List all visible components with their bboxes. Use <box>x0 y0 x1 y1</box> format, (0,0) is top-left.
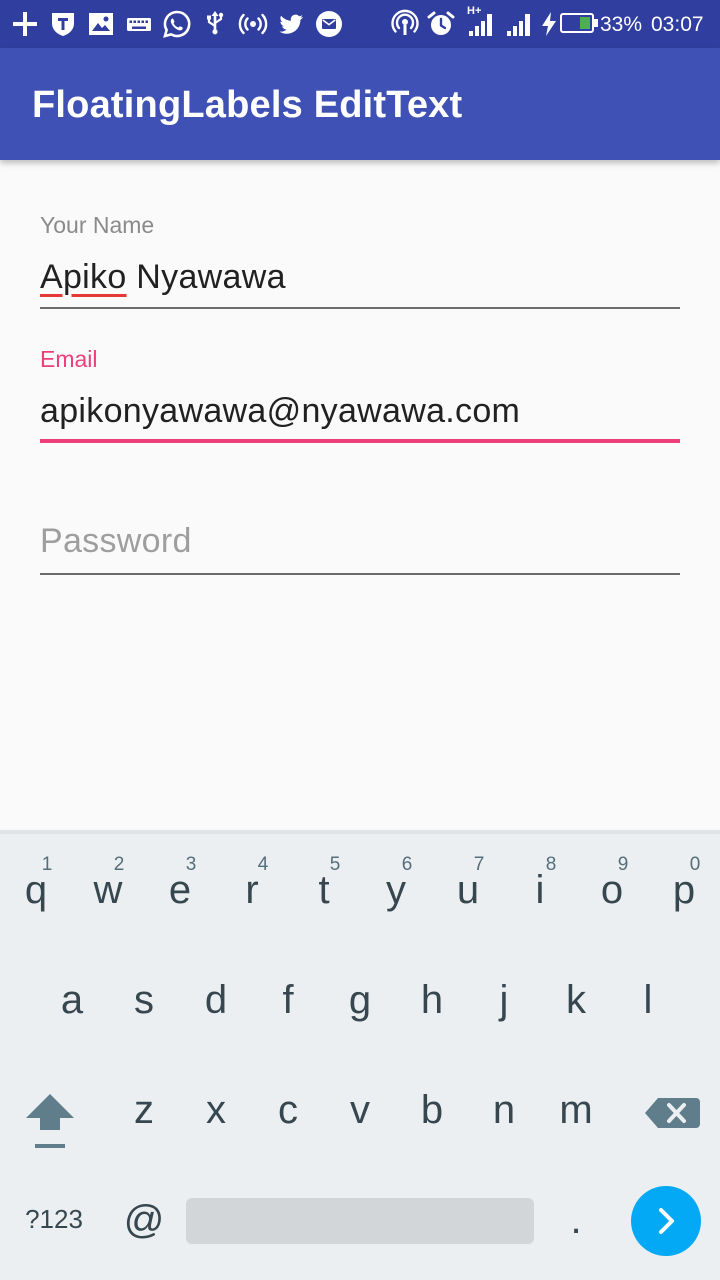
key-hint: 0 <box>689 854 701 875</box>
key-hint: 2 <box>113 854 125 875</box>
period-key[interactable]: . <box>546 1198 606 1243</box>
key-hint: 3 <box>185 854 197 875</box>
key-hint: 1 <box>41 854 53 875</box>
key-x[interactable]: x <box>180 1088 252 1133</box>
spacebar[interactable] <box>186 1198 534 1244</box>
key-w[interactable]: 2w <box>72 854 144 913</box>
alarm-icon <box>427 11 455 35</box>
password-field[interactable]: Password <box>40 510 680 580</box>
key-r[interactable]: 4r <box>216 854 288 913</box>
signal-icon <box>507 14 530 36</box>
image-icon <box>89 13 113 35</box>
key-z[interactable]: z <box>108 1088 180 1133</box>
name-underline <box>40 307 680 309</box>
name-input-rest: Nyawawa <box>126 258 286 296</box>
key-b[interactable]: b <box>396 1088 468 1133</box>
status-bar: H+ 33% 03:07 <box>0 0 720 48</box>
enter-key[interactable] <box>631 1186 701 1256</box>
password-underline <box>40 573 680 575</box>
hotspot-icon <box>238 13 268 35</box>
keyboard-icon <box>127 18 151 31</box>
key-n[interactable]: n <box>468 1088 540 1133</box>
key-p[interactable]: 0p <box>648 854 720 913</box>
key-k[interactable]: k <box>540 978 612 1023</box>
name-field[interactable]: Your Name Apiko Nyawawa <box>40 200 680 312</box>
key-hint: 4 <box>257 854 269 875</box>
clock-time: 03:07 <box>651 13 704 36</box>
email-field[interactable]: Email apikonyawawa@nyawawa.com <box>40 334 680 446</box>
key-hint: 7 <box>473 854 485 875</box>
at-key[interactable]: @ <box>108 1198 180 1243</box>
email-icon <box>316 11 342 37</box>
key-q[interactable]: 1q <box>0 854 72 913</box>
key-t[interactable]: 5t <box>288 854 360 913</box>
charging-icon <box>542 12 556 36</box>
name-floating-label: Your Name <box>40 212 155 238</box>
key-j[interactable]: j <box>468 978 540 1023</box>
email-underline <box>40 439 680 443</box>
key-hint: 5 <box>329 854 341 875</box>
name-input-first-word: Apiko <box>40 258 127 296</box>
whatsapp-icon <box>163 10 191 38</box>
key-o[interactable]: 9o <box>576 854 648 913</box>
name-input[interactable]: Apiko Nyawawa <box>40 258 286 297</box>
key-g[interactable]: g <box>324 978 396 1023</box>
key-v[interactable]: v <box>324 1088 396 1133</box>
battery-percent: 33% <box>600 13 643 36</box>
key-u[interactable]: 7u <box>432 854 504 913</box>
key-d[interactable]: d <box>180 978 252 1023</box>
shift-icon <box>26 1094 74 1148</box>
key-hint: 9 <box>617 854 629 875</box>
backspace-key[interactable] <box>636 1090 706 1142</box>
email-input[interactable]: apikonyawawa@nyawawa.com <box>40 392 520 431</box>
app-bar: FloatingLabels EditText <box>0 48 720 160</box>
twitter-icon <box>279 14 303 34</box>
key-y[interactable]: 6y <box>360 854 432 913</box>
key-s[interactable]: s <box>108 978 180 1023</box>
key-hint: 8 <box>545 854 557 875</box>
email-floating-label: Email <box>40 346 98 372</box>
shield-icon <box>52 13 74 36</box>
key-a[interactable]: a <box>36 978 108 1023</box>
plus-icon <box>13 12 37 36</box>
usb-icon <box>207 11 224 35</box>
key-h[interactable]: h <box>396 978 468 1023</box>
chevron-right-icon <box>659 1208 674 1234</box>
app-title: FloatingLabels EditText <box>32 84 463 126</box>
key-i[interactable]: 8i <box>504 854 576 913</box>
key-c[interactable]: c <box>252 1088 324 1133</box>
symbols-key[interactable]: ?123 <box>14 1204 94 1235</box>
key-l[interactable]: l <box>612 978 684 1023</box>
battery-icon <box>560 13 598 33</box>
signal-icon <box>469 14 492 36</box>
key-m[interactable]: m <box>540 1088 612 1133</box>
key-e[interactable]: 3e <box>144 854 216 913</box>
shift-key[interactable] <box>14 1088 86 1158</box>
password-input[interactable]: Password <box>40 522 192 561</box>
key-hint: 6 <box>401 854 413 875</box>
key-f[interactable]: f <box>252 978 324 1023</box>
podcast-icon <box>391 9 419 35</box>
soft-keyboard: 1q2w3e4r5t6y7u8i9o0p asdfghjkl zxcvbnm ?… <box>0 830 720 1280</box>
backspace-icon <box>645 1098 700 1128</box>
